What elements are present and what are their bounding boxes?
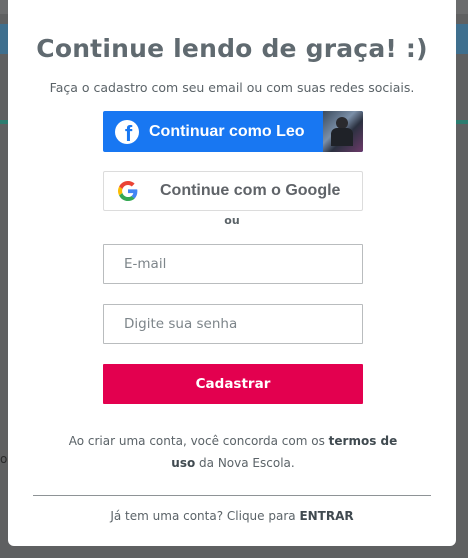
- password-field[interactable]: [103, 304, 363, 344]
- background-banner-left: [0, 24, 8, 54]
- login-prompt-text: Já tem uma conta? Clique para: [110, 509, 300, 523]
- google-button-label: Continue com o Google: [160, 182, 341, 199]
- google-icon: [118, 181, 138, 201]
- divider: [33, 495, 431, 496]
- email-field[interactable]: [103, 244, 363, 284]
- login-prompt: Já tem uma conta? Clique para ENTRAR: [8, 509, 456, 523]
- facebook-button-label: Continuar como Leo: [149, 122, 305, 140]
- terms-prefix: Ao criar uma conta, você concorda com os: [68, 434, 329, 448]
- signup-modal: Continue lendo de graça! :) Faça o cadas…: [8, 0, 456, 546]
- background-banner-right: [456, 24, 468, 54]
- modal-title: Continue lendo de graça! :): [36, 34, 428, 63]
- signup-button[interactable]: Cadastrar: [103, 364, 363, 404]
- modal-subtitle: Faça o cadastro com seu email ou com sua…: [49, 80, 415, 95]
- google-login-button[interactable]: Continue com o Google: [103, 171, 363, 211]
- facebook-login-button[interactable]: f Continuar como Leo: [103, 111, 363, 152]
- profile-photo: [323, 111, 363, 152]
- separator-text: ou: [224, 214, 240, 227]
- facebook-icon: f: [115, 119, 139, 144]
- login-link[interactable]: ENTRAR: [299, 509, 353, 523]
- background-accent-right: [456, 120, 468, 124]
- background-accent-left: [0, 120, 8, 124]
- terms-suffix: da Nova Escola.: [195, 456, 295, 470]
- terms-notice: Ao criar uma conta, você concorda com os…: [58, 430, 408, 474]
